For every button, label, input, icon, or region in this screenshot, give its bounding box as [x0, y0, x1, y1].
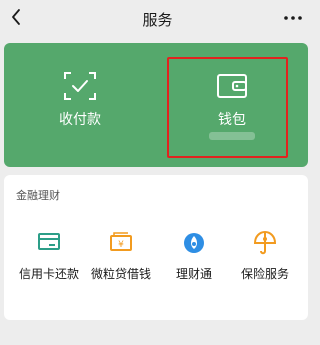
svg-text:¥: ¥ — [118, 240, 124, 250]
service-receive-pay-label: 收付款 — [59, 112, 101, 128]
page-title: 服务 — [142, 11, 173, 29]
more-dots-icon — [284, 16, 302, 20]
scan-pay-icon — [64, 72, 96, 100]
umbrella-icon — [253, 230, 277, 255]
finance-section-title: 金融理财 — [16, 189, 60, 202]
finance-card: 金融理财 信用卡还款 ¥ 微粒贷借钱 理财通 保险服务 — [4, 175, 308, 320]
finance-item-weilidai[interactable]: ¥ 微粒贷借钱 — [83, 229, 159, 289]
yuan-bill-icon: ¥ — [110, 232, 132, 251]
service-receive-pay[interactable]: 收付款 — [4, 43, 156, 167]
licaitong-icon — [184, 233, 204, 253]
credit-card-icon — [38, 233, 60, 250]
wallet-highlight-box — [167, 57, 288, 158]
more-button[interactable] — [281, 6, 305, 30]
finance-item-label: 保险服务 — [240, 267, 289, 281]
finance-item-insurance[interactable]: 保险服务 — [227, 229, 303, 289]
finance-item-credit-card[interactable]: 信用卡还款 — [11, 229, 87, 289]
top-bar: 服务 — [0, 0, 315, 36]
